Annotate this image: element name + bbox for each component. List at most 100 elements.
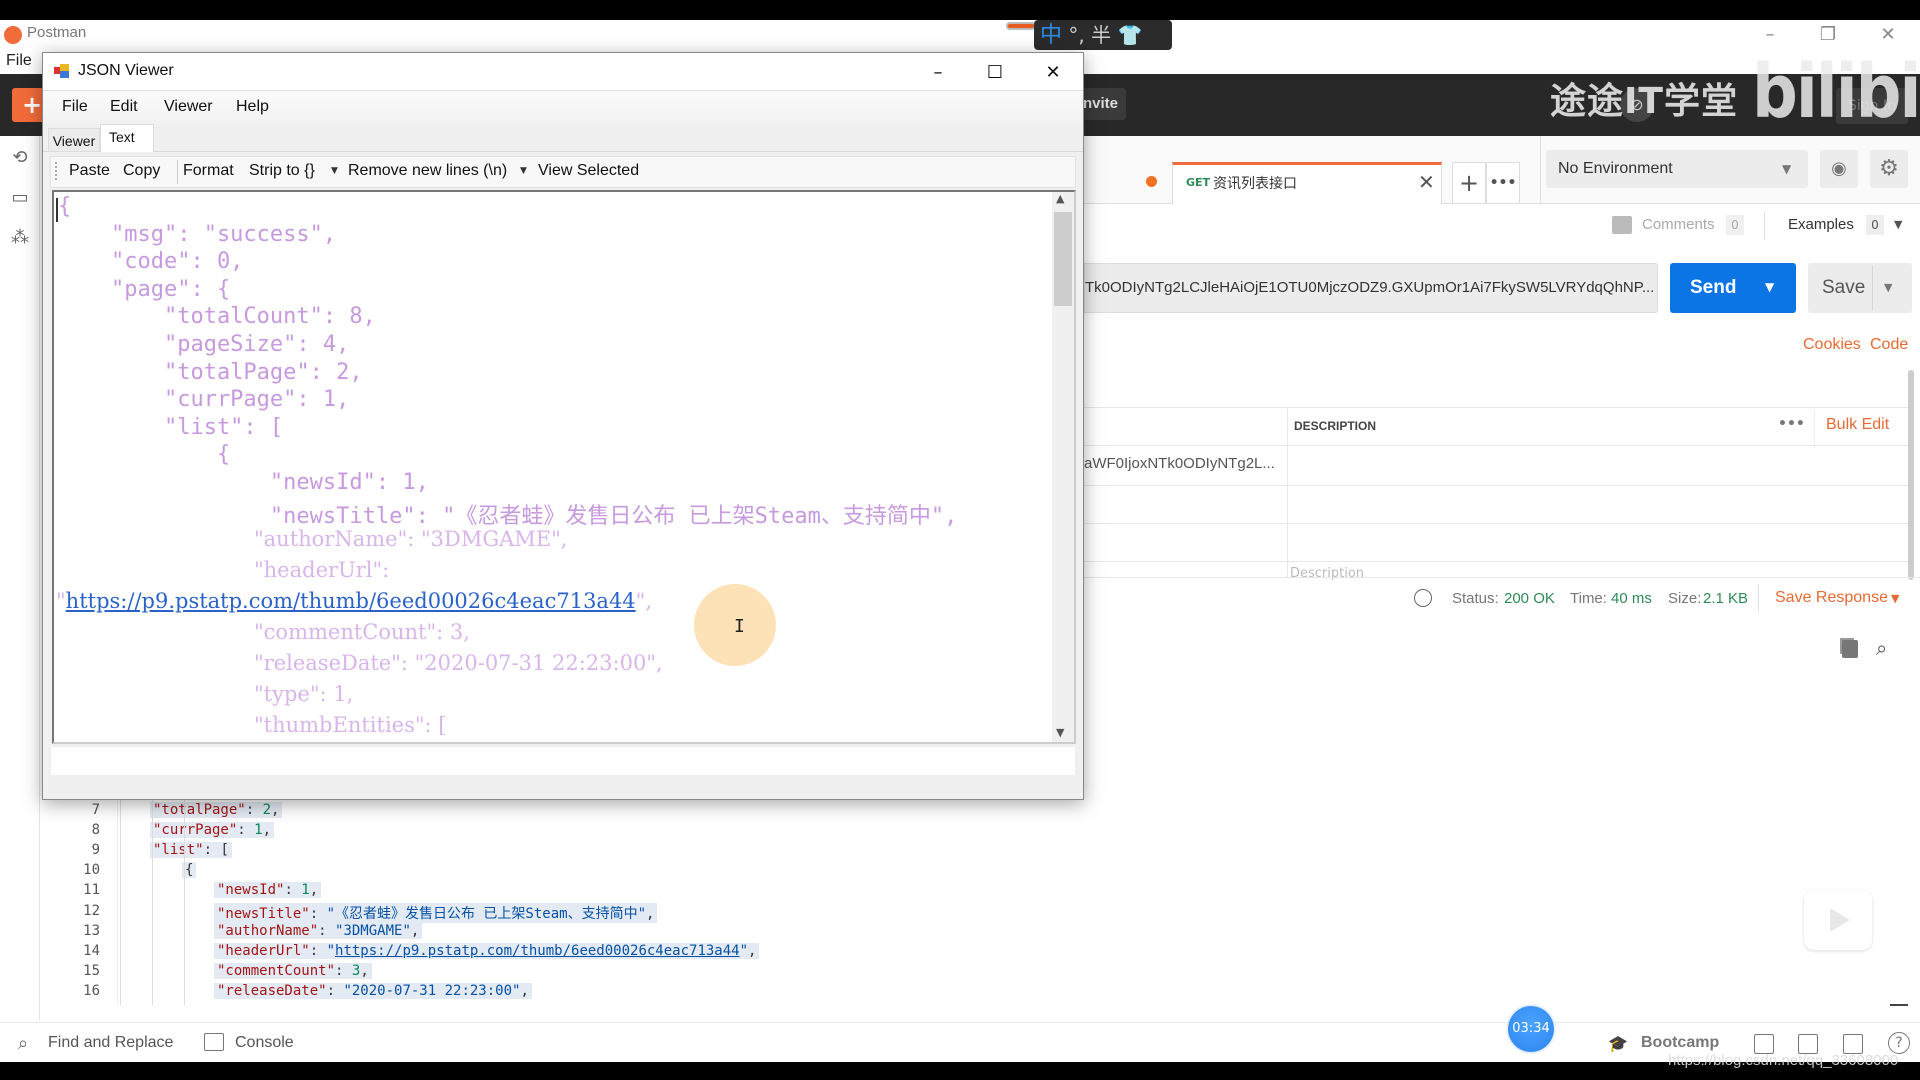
copy-button[interactable]: Copy (123, 162, 160, 180)
history-icon[interactable]: ⟲ (8, 146, 32, 170)
remove-newlines-button[interactable]: Remove new lines (\n) (348, 162, 507, 180)
minimize-button[interactable]: – (918, 60, 958, 86)
help-icon[interactable]: ? (1888, 1032, 1910, 1054)
send-options-chevron-icon[interactable]: ▼ (1765, 280, 1774, 294)
postman-close-button[interactable]: ✕ (1868, 24, 1908, 46)
console-icon[interactable] (204, 1033, 224, 1051)
json-value: "2020-07-31 22:23:00" (343, 982, 521, 999)
line-number: 16 (83, 982, 100, 999)
view-selected-button[interactable]: View Selected (538, 162, 639, 180)
two-pane-view-icon[interactable] (1798, 1034, 1818, 1054)
comments-label[interactable]: Comments (1642, 216, 1715, 233)
paste-button[interactable]: Paste (69, 162, 110, 180)
copy-icon[interactable] (1842, 640, 1858, 658)
remove-newlines-dropdown-icon[interactable]: ▼ (520, 166, 527, 176)
graduation-cap-icon[interactable]: 🎓 (1608, 1034, 1628, 1053)
toggle-sidebar-icon[interactable] (1754, 1034, 1774, 1054)
json-text-line: "totalCount": 8, (58, 304, 376, 330)
code-line[interactable]: "newsId": 1, (214, 882, 322, 899)
toolbar-grip[interactable] (55, 162, 57, 180)
apis-icon[interactable]: ⁂ (8, 226, 32, 250)
description-column-header: DESCRIPTION (1294, 419, 1377, 433)
param-value-cell[interactable]: aWF0IjoxNTk0ODIyNTg2L... (1084, 455, 1275, 472)
json-text-line: { (58, 442, 231, 468)
close-button[interactable]: ✕ (1033, 60, 1073, 86)
postman-menu-file[interactable]: File (6, 52, 32, 70)
ime-handle[interactable] (1006, 22, 1036, 30)
url-link[interactable]: https://p9.pstatp.com/thumb/6eed00026c4e… (335, 943, 740, 959)
strip-button[interactable]: Strip to {} (249, 162, 315, 180)
save-options-chevron-icon[interactable]: ▼ (1884, 281, 1892, 294)
more-options-icon[interactable]: ••• (1778, 416, 1805, 432)
quote: " (739, 942, 749, 959)
ime-toolbar[interactable]: 中 °, 半 👕 (1034, 20, 1172, 50)
save-button[interactable]: Save (1808, 263, 1912, 313)
environment-select[interactable]: No Environment (1546, 150, 1808, 188)
gear-icon[interactable]: ⚙ (1870, 150, 1908, 188)
tab-viewer[interactable]: Viewer (48, 128, 100, 152)
scrollbar-thumb[interactable] (1054, 212, 1072, 306)
code-line[interactable]: "newsTitle": "《忍者蛙》发售日公布 已上架Steam、支持简中", (214, 902, 658, 923)
bootcamp-button[interactable]: Bootcamp (1641, 1034, 1719, 1052)
examples-chevron-icon[interactable]: ▼ (1894, 218, 1902, 231)
keyboard-shortcuts-icon[interactable] (1843, 1034, 1863, 1054)
comments-icon[interactable] (1612, 216, 1632, 234)
strip-dropdown-icon[interactable]: ▼ (331, 166, 338, 176)
menu-edit[interactable]: Edit (110, 98, 138, 116)
request-url-input[interactable]: Tk0ODIyNTg2LCJleHAiOjE1OTU0MjczODZ9.GXUp… (1084, 263, 1658, 313)
postman-minimize-button[interactable]: – (1750, 24, 1790, 46)
environment-quick-look-icon[interactable]: ◉ (1820, 150, 1858, 188)
cookies-link[interactable]: Cookies (1803, 336, 1861, 354)
json-value: [ (220, 842, 229, 859)
code-line[interactable]: "releaseDate": "2020-07-31 22:23:00", (214, 982, 532, 999)
colon: : (237, 822, 255, 839)
params-scrollbar[interactable] (1908, 370, 1914, 580)
menu-viewer[interactable]: Viewer (164, 98, 213, 116)
bulk-edit-link[interactable]: Bulk Edit (1826, 416, 1889, 434)
console-button[interactable]: Console (235, 1034, 294, 1052)
code-line[interactable]: "commentCount": 3, (214, 962, 372, 979)
ime-skin-icon[interactable]: 👕 (1117, 23, 1142, 47)
menu-file[interactable]: File (62, 98, 88, 116)
code-line[interactable]: "headerUrl": "https://p9.pstatp.com/thum… (214, 942, 760, 959)
save-response-chevron-icon[interactable]: ▼ (1891, 592, 1899, 605)
new-tab-button[interactable]: + (1452, 162, 1486, 204)
code-line[interactable]: "authorName": "3DMGAME", (214, 922, 423, 939)
examples-label[interactable]: Examples (1788, 216, 1854, 233)
tab-name[interactable]: 资讯列表接口 (1213, 173, 1297, 193)
maximize-button[interactable]: ☐ (975, 60, 1015, 86)
play-icon[interactable] (1830, 908, 1850, 932)
postman-logo-icon (4, 26, 22, 44)
table-divider (1084, 561, 1910, 562)
ime-mode[interactable]: 中 (1040, 23, 1062, 48)
tab-text[interactable]: Text (100, 124, 154, 152)
search-icon[interactable]: ⌕ (1876, 636, 1898, 660)
letterbox-top (0, 0, 1920, 20)
globe-icon[interactable] (1414, 589, 1432, 607)
colon: : (203, 842, 221, 859)
json-value: "《忍者蛙》发售日公布 已上架Steam、支持简中" (326, 905, 647, 922)
description-placeholder[interactable]: Description (1290, 566, 1364, 581)
find-and-replace-button[interactable]: Find and Replace (48, 1034, 173, 1052)
code-line[interactable]: "currPage": 1, (150, 822, 275, 839)
postman-restore-button[interactable]: ❐ (1808, 24, 1848, 46)
unsaved-indicator (1146, 176, 1157, 187)
ime-punct[interactable]: °, (1068, 23, 1084, 47)
tab-more-button[interactable]: ••• (1486, 162, 1520, 204)
scroll-down-arrow-icon[interactable]: ▼ (1056, 726, 1064, 739)
scroll-up-arrow-icon[interactable]: ▲ (1056, 192, 1064, 205)
tab-close-icon[interactable]: ✕ (1418, 170, 1435, 194)
header-url-link[interactable]: https://p9.pstatp.com/thumb/6eed00026c4e… (66, 589, 636, 613)
ime-width[interactable]: 半 (1091, 23, 1111, 47)
save-response-button[interactable]: Save Response (1775, 589, 1888, 607)
code-link[interactable]: Code (1870, 336, 1908, 354)
watermark-text: 途途IT学堂 (1550, 81, 1738, 122)
collections-icon[interactable]: ▭ (8, 186, 32, 210)
code-line[interactable]: "list": [ (150, 842, 232, 859)
find-icon[interactable]: ⌕ (18, 1033, 28, 1054)
send-button[interactable]: Send (1670, 263, 1796, 313)
code-line[interactable]: "totalPage": 2, (150, 802, 283, 818)
format-button[interactable]: Format (183, 162, 234, 180)
chevron-down-icon[interactable]: ▼ (1782, 162, 1791, 176)
menu-help[interactable]: Help (236, 98, 269, 116)
